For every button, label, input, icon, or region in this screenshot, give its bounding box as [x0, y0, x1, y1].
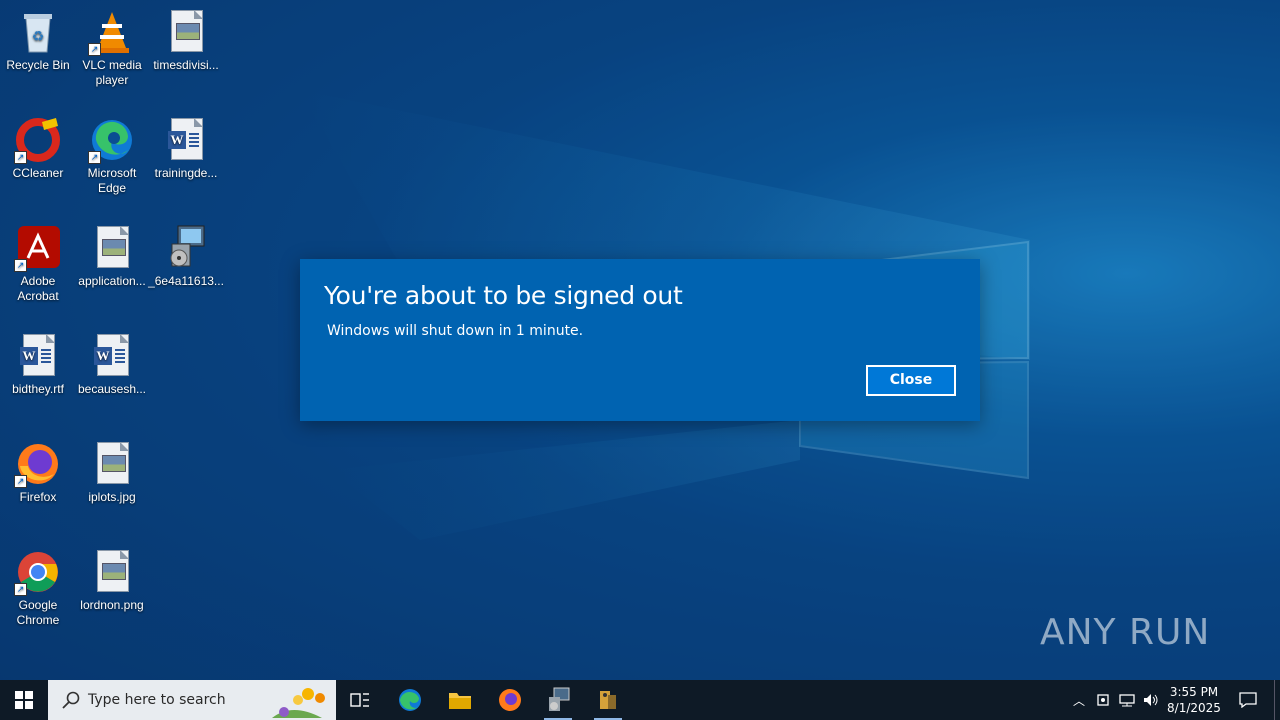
vlc-cone-icon: ↗	[88, 8, 136, 56]
desktop-icon-google-chrome[interactable]: ↗ Google Chrome	[0, 548, 76, 628]
dialog-title: You're about to be signed out	[324, 281, 683, 310]
word-document-icon: W	[88, 332, 136, 380]
desktop-icon-label: CCleaner	[12, 166, 64, 180]
clock-time: 3:55 PM	[1169, 685, 1219, 699]
chevron-up-icon: ︿	[1072, 693, 1085, 708]
desktop-icon-trainingde[interactable]: W trainingde...	[148, 116, 224, 181]
taskbar-installer[interactable]	[534, 680, 582, 720]
word-document-icon: W	[14, 332, 62, 380]
dialog-message: Windows will shut down in 1 minute.	[327, 323, 584, 339]
desktop-icon-label: Recycle Bin	[6, 58, 70, 72]
desktop-icon-iplots[interactable]: iplots.jpg	[74, 440, 150, 505]
desktop-icon-label: VLC media player	[82, 58, 142, 87]
windows-logo-icon	[15, 691, 33, 709]
image-file-icon	[88, 548, 136, 596]
tray-network-button[interactable]	[1116, 680, 1138, 720]
keys-tool-icon	[600, 691, 616, 709]
desktop-icon-label: application...	[78, 274, 146, 288]
shortcut-arrow-icon: ↗	[14, 259, 27, 272]
notification-icon	[1239, 692, 1257, 708]
desktop-icon-label: bidthey.rtf	[12, 382, 64, 396]
desktop-icon-application[interactable]: application...	[74, 224, 150, 289]
ccleaner-icon: ↗	[14, 116, 62, 164]
installer-icon	[549, 687, 570, 711]
close-button[interactable]: Close	[866, 365, 956, 396]
desktop-icon-label: becausesh...	[77, 382, 147, 396]
taskbar-search-box[interactable]: Type here to search	[48, 680, 336, 720]
chrome-icon: ↗	[14, 548, 62, 596]
watermark-text: ANY RUN	[1040, 612, 1211, 653]
action-center-button[interactable]	[1234, 680, 1262, 720]
taskbar-file-explorer[interactable]	[436, 680, 484, 720]
desktop-icon-adobe-acrobat[interactable]: ↗ Adobe Acrobat	[0, 224, 76, 304]
taskbar-clock[interactable]: 3:55 PM 8/1/2025	[1160, 684, 1228, 716]
desktop-icon-ccleaner[interactable]: ↗ CCleaner	[0, 116, 76, 181]
desktop-icon-timesdivisi[interactable]: timesdivisi...	[148, 8, 224, 73]
tray-volume-button[interactable]	[1140, 680, 1162, 720]
taskbar-firefox[interactable]	[486, 680, 534, 720]
desktop-icon-label: timesdivisi...	[153, 58, 219, 72]
taskbar-tool[interactable]	[584, 680, 632, 720]
taskbar-edge[interactable]	[386, 680, 434, 720]
desktop-icon-bidthey[interactable]: W bidthey.rtf	[0, 332, 76, 397]
desktop-icon-label: Microsoft Edge	[87, 166, 137, 195]
show-hidden-icons-button[interactable]: ︿	[1068, 680, 1090, 720]
desktop-icon-installer[interactable]: _6e4a11613...	[148, 224, 224, 289]
shortcut-arrow-icon: ↗	[88, 43, 101, 56]
task-view-icon	[350, 693, 369, 707]
anyrun-watermark: ANY RUN	[1040, 612, 1210, 653]
installer-icon	[162, 224, 210, 272]
desktop-icon-lordnon[interactable]: lordnon.png	[74, 548, 150, 613]
desktop-icon-label: lordnon.png	[80, 598, 144, 612]
desktop-icon-firefox[interactable]: ↗ Firefox	[0, 440, 76, 505]
speaker-icon	[1144, 694, 1158, 706]
desktop-icon-label: Firefox	[19, 490, 57, 504]
image-file-icon	[88, 224, 136, 272]
network-icon	[1119, 694, 1135, 707]
shortcut-arrow-icon: ↗	[14, 475, 27, 488]
image-file-icon	[162, 8, 210, 56]
search-highlight-flowers-icon	[272, 688, 325, 718]
desktop-icon-edge[interactable]: ↗ Microsoft Edge	[74, 116, 150, 196]
search-icon	[62, 691, 80, 709]
edge-icon: ↗	[88, 116, 136, 164]
desktop-icon-vlc[interactable]: ↗ VLC media player	[74, 8, 150, 88]
show-desktop-button[interactable]	[1274, 680, 1275, 720]
desktop-icon-label: Google Chrome	[16, 598, 60, 627]
desktop-icon-label: trainingde...	[154, 166, 218, 180]
desktop-icon-becausesh[interactable]: W becausesh...	[74, 332, 150, 397]
firefox-icon: ↗	[14, 440, 62, 488]
start-button[interactable]	[0, 680, 48, 720]
desktop-icon-label: iplots.jpg	[88, 490, 136, 504]
shortcut-arrow-icon: ↗	[14, 151, 27, 164]
image-file-icon	[88, 440, 136, 488]
shortcut-arrow-icon: ↗	[88, 151, 101, 164]
shortcut-arrow-icon: ↗	[14, 583, 27, 596]
desktop-icon-recycle-bin[interactable]: ♻ Recycle Bin	[0, 8, 76, 73]
task-view-button[interactable]	[336, 680, 384, 720]
acrobat-icon: ↗	[14, 224, 62, 272]
edge-icon	[399, 689, 421, 711]
word-document-icon: W	[162, 116, 210, 164]
clock-date: 8/1/2025	[1167, 701, 1221, 715]
search-placeholder: Type here to search	[88, 692, 226, 708]
tray-device-button[interactable]	[1092, 680, 1114, 720]
firefox-icon	[499, 689, 521, 711]
taskbar: Type here to search ︿ 3:55 PM 8/1/2025	[0, 680, 1280, 720]
recycle-bin-icon: ♻	[14, 8, 62, 56]
desktop-icon-label: Adobe Acrobat	[17, 274, 59, 303]
signout-dialog: You're about to be signed out Windows wi…	[300, 259, 980, 421]
folder-icon	[449, 693, 471, 709]
desktop-icon-label: _6e4a11613...	[148, 274, 224, 288]
svg-text:♻: ♻	[32, 28, 45, 44]
device-icon	[1097, 694, 1109, 706]
